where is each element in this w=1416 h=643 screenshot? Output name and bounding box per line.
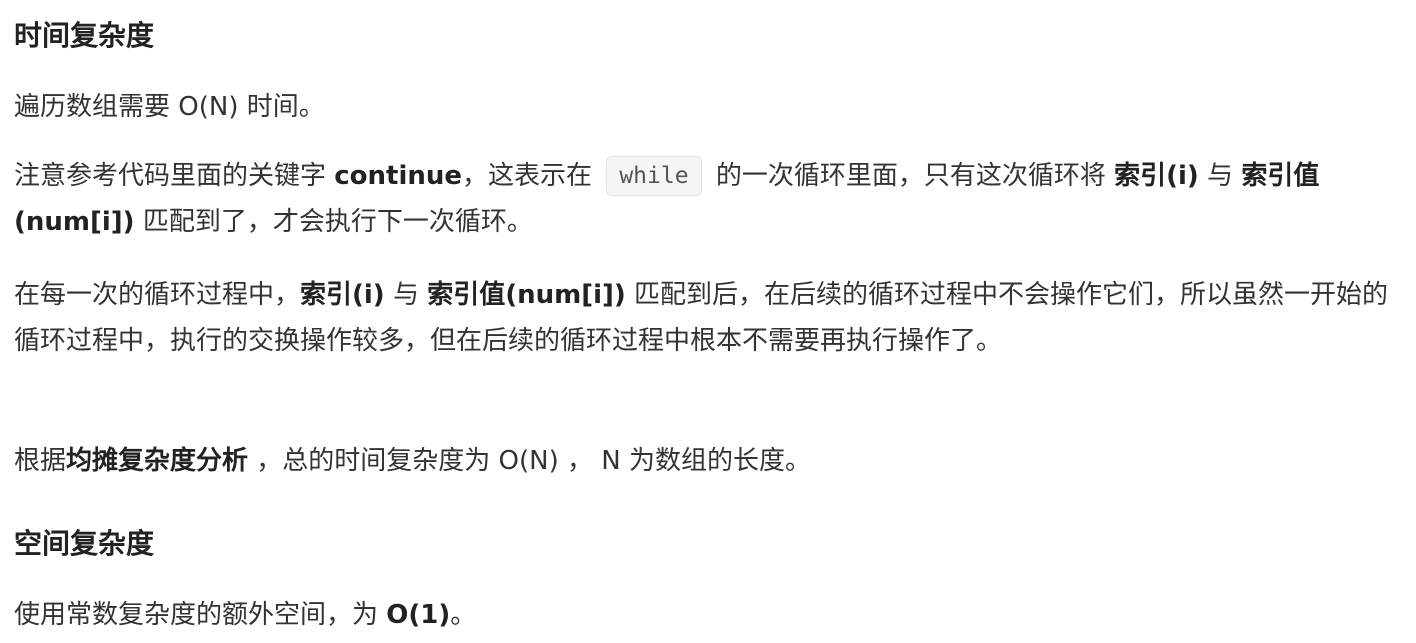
time-paragraph-4: 根据均摊复杂度分析 ，总的时间复杂度为 O(N) ， N 为数组的长度。 — [14, 438, 1412, 484]
p3-text-1: 在每一次的循环过程中， — [14, 280, 301, 310]
time-paragraph-3: 在每一次的循环过程中，索引(i) 与 索引值(num[i]) 匹配到后，在后续的… — [14, 272, 1412, 364]
space-paragraph-1: 使用常数复杂度的额外空间，为 O(1)。 — [14, 592, 1412, 638]
article-content: 时间复杂度 遍历数组需要 O(N) 时间。 注意参考代码里面的关键字 conti… — [0, 0, 1416, 643]
p3-text-2: 与 — [384, 280, 428, 310]
p2-text-4: 与 — [1198, 161, 1242, 191]
p3-bold-index: 索引(i) — [300, 280, 385, 310]
p2-text-1: 注意参考代码里面的关键字 — [14, 161, 335, 191]
time-paragraph-2: 注意参考代码里面的关键字 continue，这表示在 while 的一次循环里面… — [14, 153, 1412, 245]
p4-bold-amortized-analysis: 均摊复杂度分析 — [66, 446, 249, 476]
p4-text-2: ，总的时间复杂度为 O(N) ， N 为数组的长度。 — [248, 446, 812, 476]
space-complexity-heading: 空间复杂度 — [14, 527, 155, 560]
p2-text-3: 的一次循环里面，只有这次循环将 — [707, 161, 1115, 191]
p2-keyword-continue: continue — [334, 161, 463, 191]
space-text-1: 使用常数复杂度的额外空间，为 — [14, 600, 387, 630]
p2-bold-index: 索引(i) — [1114, 161, 1199, 191]
p3-bold-index-value: 索引值(num[i]) — [427, 280, 626, 310]
p2-text-5: 匹配到了，才会执行下一次循环。 — [134, 207, 533, 237]
p2-code-while: while — [606, 156, 702, 196]
time-paragraph-1: 遍历数组需要 O(N) 时间。 — [14, 92, 325, 122]
p4-text-1: 根据 — [14, 446, 67, 476]
space-text-2: 。 — [450, 600, 477, 630]
space-bold-o1: O(1) — [386, 600, 451, 630]
time-complexity-heading: 时间复杂度 — [14, 19, 155, 52]
p2-text-2: ，这表示在 — [462, 161, 601, 191]
